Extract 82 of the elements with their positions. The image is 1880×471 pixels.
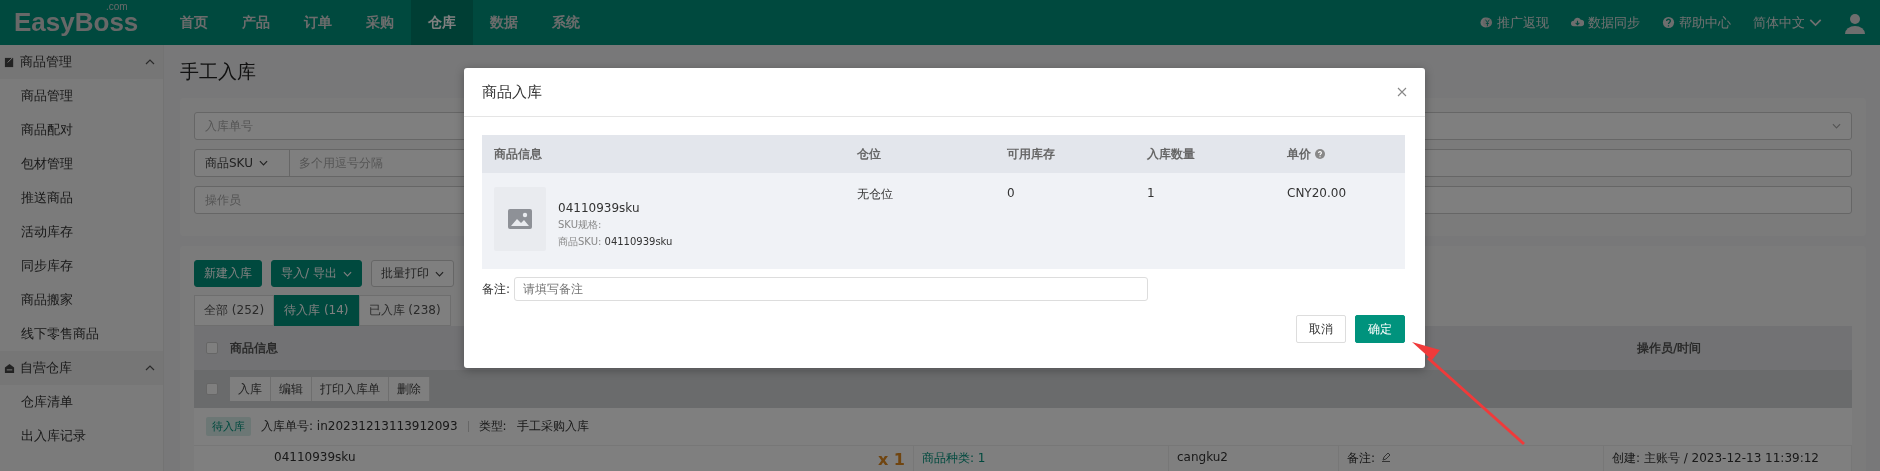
kinds-link[interactable]: 商品种类: 1 [922, 450, 986, 467]
nav-tab[interactable]: 仓库 [411, 0, 473, 45]
sidebar-item[interactable]: 包材管理 [0, 147, 163, 181]
close-icon[interactable] [1397, 87, 1407, 97]
house-icon [4, 362, 15, 374]
order-number: 入库单号: in20231213113912093 [261, 418, 458, 435]
chevron-down-icon [1832, 123, 1841, 129]
bulk-action-button[interactable]: 打印入库单 [312, 377, 389, 401]
nav-tab[interactable]: 订单 [287, 0, 349, 45]
tool-label: 数据同步 [1588, 13, 1640, 32]
toolbar-link[interactable]: 帮助中心 [1662, 13, 1731, 32]
column-header: 商品信息 [482, 135, 845, 173]
tool-label: 帮助中心 [1679, 13, 1731, 32]
bulk-action-button[interactable]: 编辑 [271, 377, 312, 401]
coins-icon [1480, 16, 1493, 29]
sku-text: 04110939sku [274, 450, 356, 464]
type-label: 类型: [478, 418, 507, 435]
sidebar-item[interactable]: 商品配对 [0, 113, 163, 147]
status-badge: 待入库 [206, 417, 251, 436]
toolbar-link[interactable]: 推广返现 [1480, 13, 1549, 32]
sidebar-item[interactable]: 出入库记录 [0, 419, 163, 453]
checkbox[interactable] [206, 383, 218, 395]
table-cell: 0 [1007, 186, 1015, 200]
bulk-action-button[interactable]: 删除 [389, 377, 430, 401]
created-info: 创建: 主账号 / 2023-12-13 11:39:12 [1612, 450, 1819, 467]
tool-label: 推广返现 [1497, 13, 1549, 32]
group-title: 自营仓库 [20, 359, 72, 377]
confirm-button[interactable]: 确定 [1355, 315, 1405, 343]
column-header: 单价 [1275, 135, 1405, 173]
sku-name: 04110939sku [558, 201, 641, 215]
status-tab[interactable]: 待入库 (14) [274, 295, 359, 326]
toolbar-button[interactable]: 新建入库 [194, 260, 262, 287]
sidebar-group-header[interactable]: 自营仓库 [0, 351, 163, 385]
chevron-down-icon [258, 160, 268, 166]
sidebar-item[interactable]: 线下零售商品 [0, 317, 163, 351]
group-title: 商品管理 [20, 53, 72, 71]
remark-label: 备注: [1347, 450, 1376, 467]
quantity-text: x 1 [877, 450, 905, 469]
cloud-download-icon [1571, 16, 1584, 29]
toolbar-link[interactable]: 数据同步 [1571, 13, 1640, 32]
bulk-action-button[interactable]: 入库 [230, 377, 271, 401]
chevron-down-icon [342, 270, 352, 277]
sidebar-item[interactable]: 仓库清单 [0, 385, 163, 419]
toolbar-button[interactable]: 批量打印 [370, 260, 454, 287]
pencil-icon[interactable] [1381, 452, 1392, 462]
column-header: 商品信息 [230, 339, 278, 357]
column-header: 可用库存 [995, 135, 1135, 173]
help-icon [1315, 149, 1325, 159]
sidebar-item[interactable]: 商品搬家 [0, 283, 163, 317]
remark-input[interactable]: 请填写备注 [514, 277, 1149, 301]
tool-label: 简体中文 [1753, 13, 1805, 32]
dialog-title: 商品入库 [482, 82, 542, 102]
order-type: 手工采购入库 [516, 418, 589, 435]
sku-spec: SKU规格: [558, 218, 603, 232]
remark-label: 备注: [482, 280, 511, 298]
help-icon [1662, 16, 1675, 29]
table-cell: 无仓位 [857, 187, 893, 201]
sidebar-item[interactable]: 同步库存 [0, 249, 163, 283]
image-icon [508, 209, 532, 229]
status-tab[interactable]: 已入库 (238) [358, 295, 451, 326]
sku-type-select[interactable]: 商品SKU [195, 150, 290, 176]
language-selector[interactable]: 简体中文 [1753, 13, 1822, 32]
cancel-button[interactable]: 取消 [1296, 315, 1346, 343]
sidebar-item[interactable]: 商品管理 [0, 79, 163, 113]
sidebar-item[interactable]: 推送商品 [0, 181, 163, 215]
checkbox[interactable] [206, 342, 218, 354]
sidebar-item[interactable]: 活动库存 [0, 215, 163, 249]
column-header: 操作员/时间 [1637, 339, 1703, 357]
column-header: 入库数量 [1135, 135, 1275, 173]
sku-code: 商品SKU: 04110939sku [558, 235, 673, 249]
user-icon[interactable] [1844, 11, 1866, 34]
sidebar-group-header[interactable]: 商品管理 [0, 45, 163, 79]
toolbar-button[interactable]: 导入/ 导出 [271, 260, 362, 287]
clipboard-icon [4, 56, 15, 68]
warehouse-name: cangku2 [1177, 450, 1228, 464]
page-title: 手工入库 [180, 59, 257, 84]
table-cell: CNY20.00 [1287, 186, 1347, 200]
table-cell: 1 [1147, 186, 1155, 200]
select-label: 商品SKU [205, 154, 253, 172]
column-header: 仓位 [845, 135, 995, 173]
status-tab[interactable]: 全部 (252) [194, 295, 275, 326]
chevron-down-icon [434, 270, 444, 277]
